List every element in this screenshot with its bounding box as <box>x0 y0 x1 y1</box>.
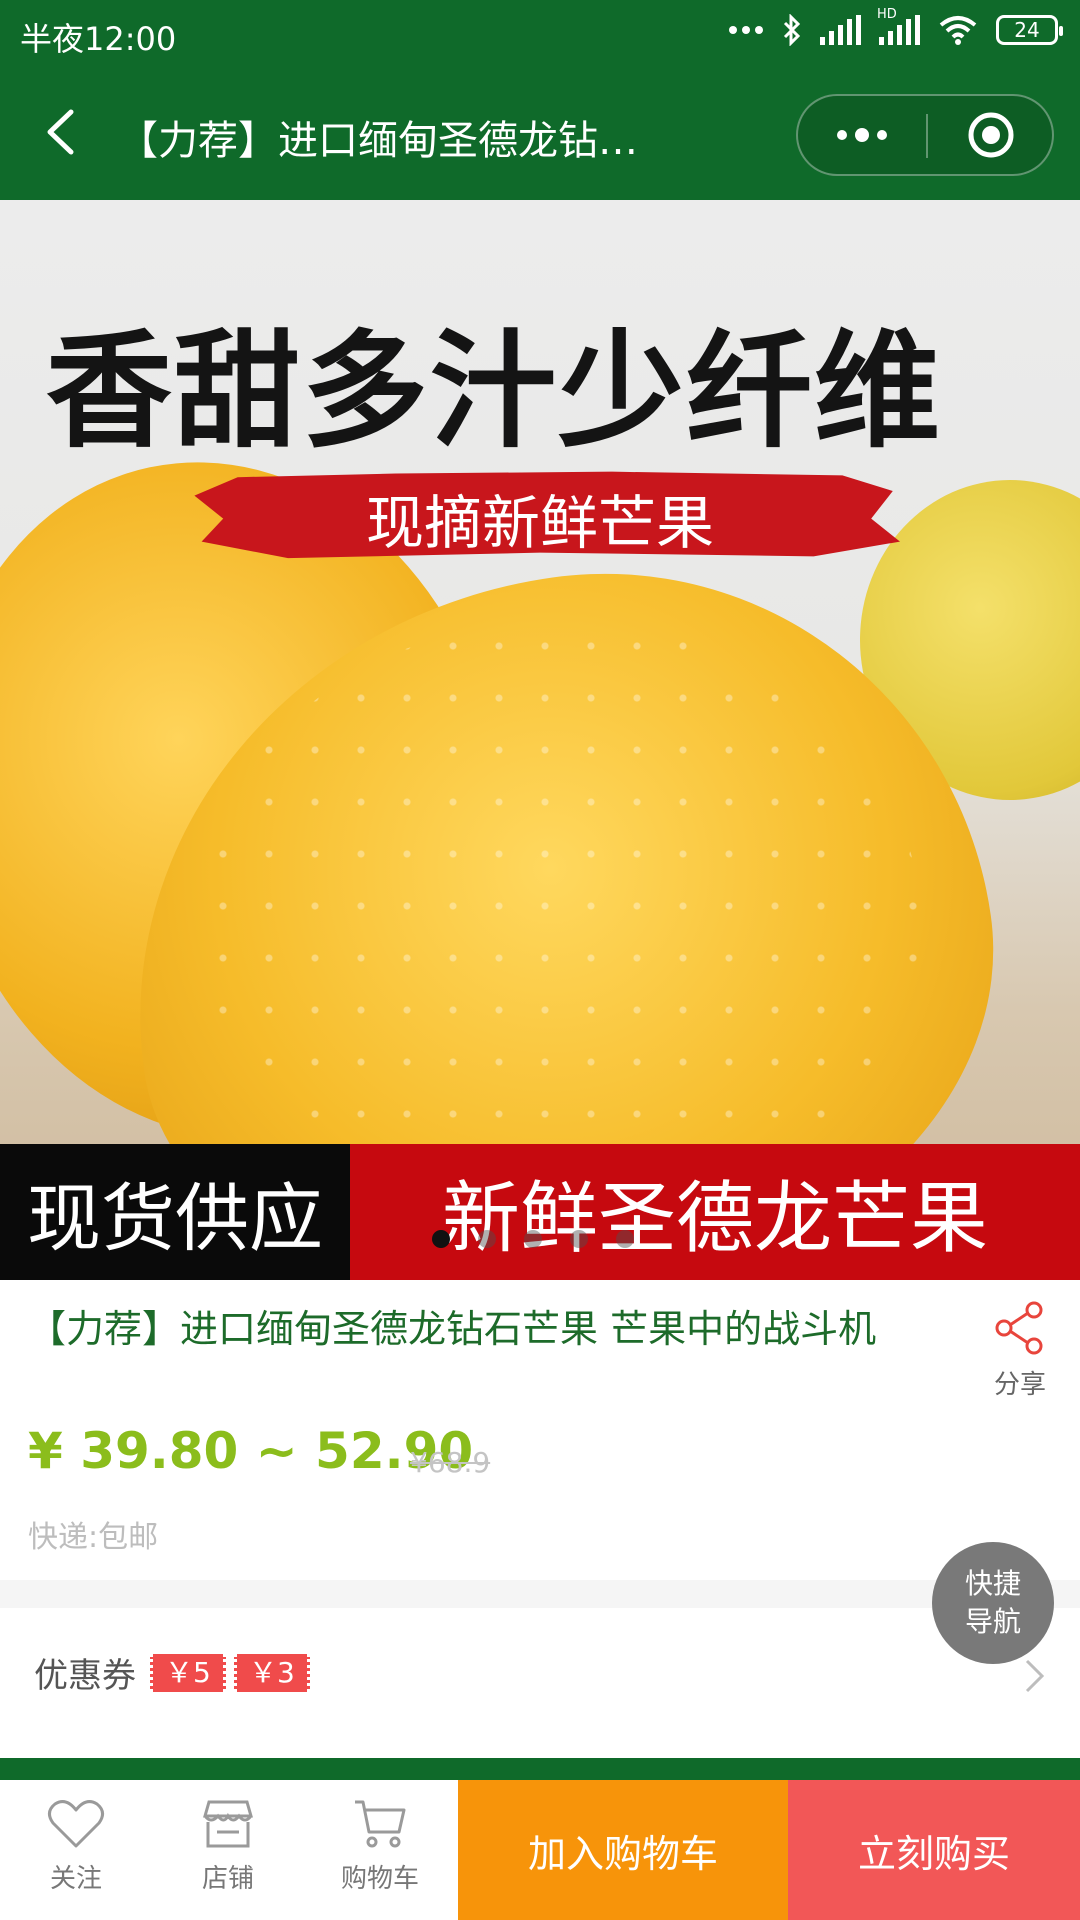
share-label: 分享 <box>993 1370 1046 1400</box>
coupon-tag[interactable]: ￥5 <box>150 1654 226 1692</box>
hd-label: HD <box>877 7 897 22</box>
banner-in-stock: 现货供应 <box>0 1144 350 1280</box>
nav-header: 【力荐】进口缅甸圣德龙钻… <box>0 72 1080 200</box>
carousel-dot[interactable] <box>616 1230 634 1248</box>
section-divider <box>0 1580 1080 1608</box>
more-dots-icon <box>729 26 763 34</box>
quick-nav-button[interactable]: 快捷 导航 <box>932 1542 1054 1664</box>
add-to-cart-button[interactable]: 加入购物车 <box>458 1780 788 1920</box>
share-button[interactable]: 分享 <box>980 1300 1060 1401</box>
status-icons: HD 24 <box>728 7 1063 46</box>
hd-signal-icon: HD <box>877 7 920 45</box>
chevron-left-icon <box>47 109 74 155</box>
hero-headline: 香甜多汁少纤维 <box>46 318 942 465</box>
store-icon <box>203 1800 253 1848</box>
signal-icon <box>820 15 861 45</box>
hero-subheadline: 现摘新鲜芒果 <box>365 489 714 557</box>
green-separator <box>0 1758 1080 1780</box>
carousel-dot[interactable] <box>524 1230 542 1248</box>
shipping-info: 快递:包邮 <box>28 1520 159 1555</box>
product-title: 【力荐】进口缅甸圣德龙钻石芒果 芒果中的战斗机 <box>28 1307 877 1351</box>
original-price: ¥68.9 <box>410 1446 491 1479</box>
coupon-tag[interactable]: ￥3 <box>234 1654 310 1692</box>
shop-button[interactable]: 店铺 <box>152 1780 304 1920</box>
carousel-dot[interactable] <box>478 1230 496 1248</box>
coupon-label: 优惠券 <box>34 1656 136 1696</box>
target-icon <box>968 112 1014 158</box>
close-miniprogram-button[interactable] <box>928 96 1054 174</box>
carousel-dot[interactable] <box>570 1230 588 1248</box>
shop-label: 店铺 <box>201 1864 254 1894</box>
status-bar: 半夜12:00 HD 24 <box>0 0 1080 72</box>
water-droplets <box>200 620 920 1220</box>
follow-button[interactable]: 关注 <box>0 1780 152 1920</box>
quick-nav-line2: 导航 <box>964 1605 1021 1638</box>
follow-label: 关注 <box>49 1864 102 1894</box>
bluetooth-icon <box>783 14 801 46</box>
cart-icon <box>355 1800 406 1848</box>
product-price: ¥ 39.80 ~ 52.90 <box>28 1422 474 1480</box>
quick-nav-line1: 快捷 <box>964 1567 1021 1600</box>
cart-button[interactable]: 购物车 <box>304 1780 456 1920</box>
battery-level: 24 <box>1014 18 1040 42</box>
heart-icon <box>48 1800 104 1848</box>
status-time: 半夜12:00 <box>20 20 177 58</box>
chevron-right-icon <box>1025 1659 1045 1693</box>
product-info: 【力荐】进口缅甸圣德龙钻石芒果 芒果中的战斗机 分享 ¥ 39.80 ~ 52.… <box>0 1280 1080 1580</box>
banner-fresh-mango: 新鲜圣德龙芒果 <box>350 1144 1080 1280</box>
cart-label: 购物车 <box>340 1864 419 1894</box>
buy-now-button[interactable]: 立刻购买 <box>788 1780 1080 1920</box>
wifi-icon <box>939 16 977 45</box>
bottom-action-bar: 关注 店铺 购物车 加入购物车 立刻购买 <box>0 1780 1080 1920</box>
share-icon <box>995 1301 1043 1355</box>
more-button[interactable] <box>798 96 926 174</box>
carousel-dot[interactable] <box>432 1230 450 1248</box>
back-button[interactable] <box>30 102 90 162</box>
carousel-indicator <box>432 1230 634 1248</box>
page-title: 【力荐】进口缅甸圣德龙钻… <box>118 118 638 164</box>
product-image-carousel[interactable]: 香甜多汁少纤维 现摘新鲜芒果 现货供应 新鲜圣德龙芒果 <box>0 200 1080 1280</box>
miniprogram-capsule <box>796 94 1054 176</box>
coupon-row[interactable]: 优惠券 ￥5 ￥3 <box>0 1608 1080 1730</box>
battery-icon: 24 <box>996 15 1063 45</box>
